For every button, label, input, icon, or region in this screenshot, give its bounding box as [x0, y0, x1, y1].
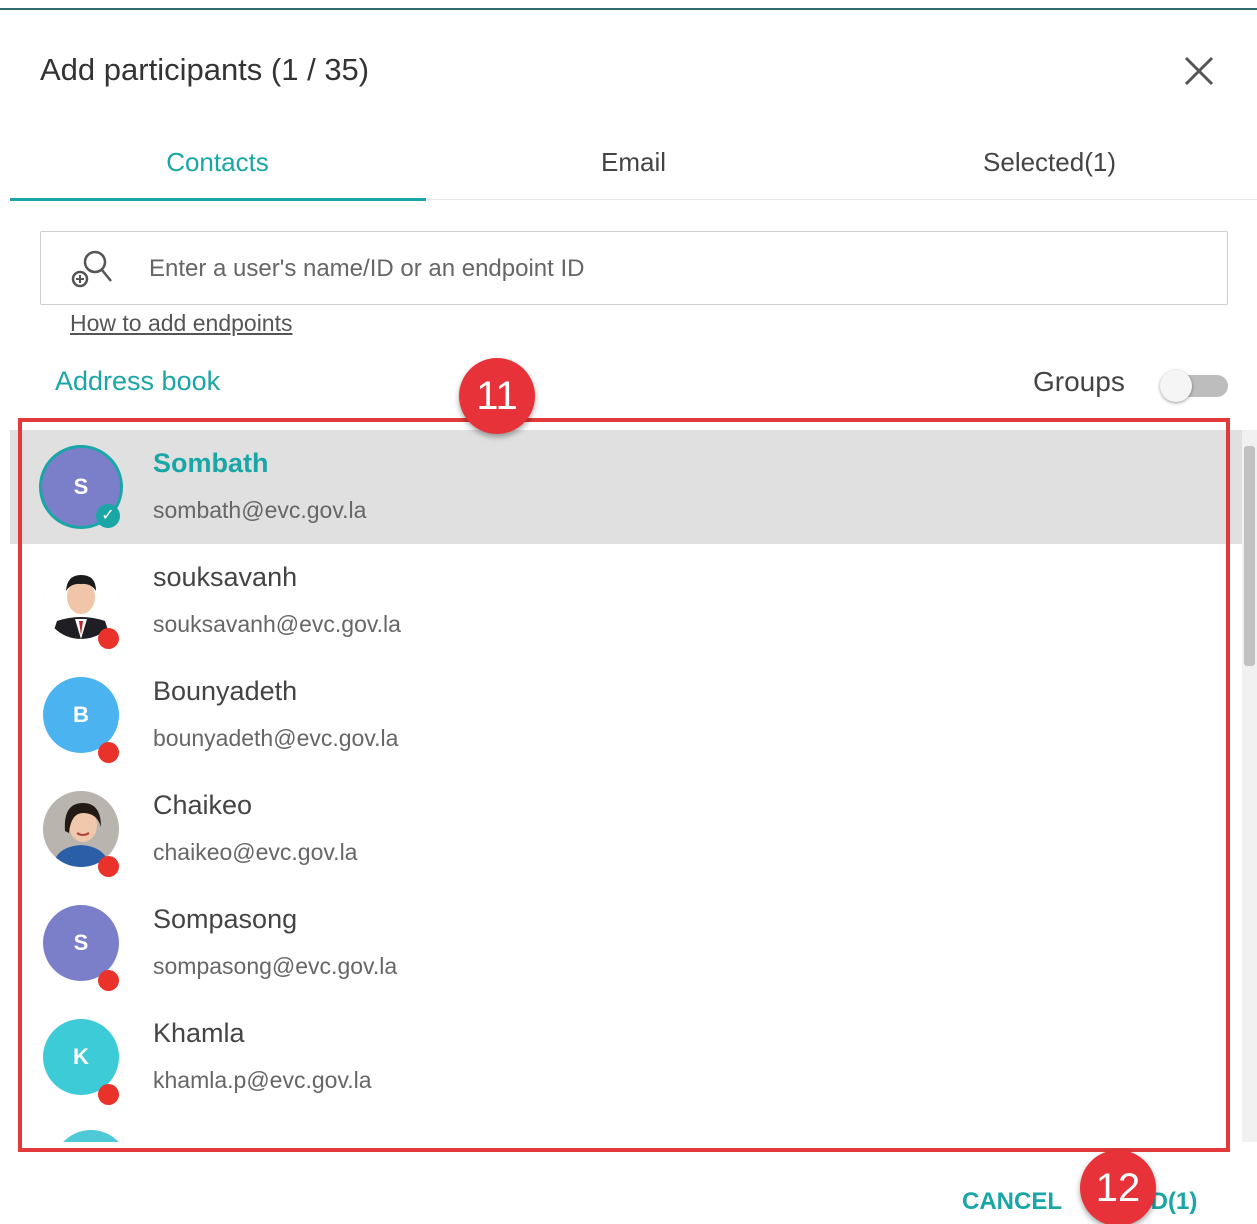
contact-name: Sombath: [153, 448, 269, 478]
dialog-title: Add participants (1 / 35): [40, 52, 370, 87]
selected-check-icon: ✓: [96, 504, 120, 528]
contact-email: sombath@evc.gov.la: [153, 497, 367, 523]
contact-email: chaikeo@evc.gov.la: [153, 839, 358, 865]
top-divider: [0, 8, 1257, 10]
offline-status-dot: [98, 856, 119, 877]
offline-status-dot: [98, 742, 119, 763]
tab-selected[interactable]: Selected(1): [842, 130, 1257, 200]
offline-status-dot: [98, 1084, 119, 1105]
tab-contacts[interactable]: Contacts: [10, 130, 425, 200]
contact-name: Chaikeo: [153, 790, 253, 820]
search-user-icon: [71, 250, 112, 288]
close-icon: [1184, 56, 1214, 86]
contact-list-scrollbar[interactable]: [1242, 430, 1257, 1142]
active-tab-indicator: [10, 198, 426, 201]
scroll-thumb[interactable]: [1244, 446, 1255, 666]
tab-email[interactable]: Email: [426, 130, 841, 200]
contact-row[interactable]: S ✓ Sombath sombath@evc.gov.la: [10, 430, 1242, 544]
contact-name: Sompasong: [153, 904, 298, 934]
annotation-marker: 11: [459, 358, 535, 434]
contact-row[interactable]: B Bounyadeth bounyadeth@evc.gov.la: [10, 658, 1242, 772]
cancel-button[interactable]: CANCEL: [962, 1188, 1062, 1216]
contact-row[interactable]: Chaikeo chaikeo@evc.gov.la: [10, 772, 1242, 886]
contact-name: Khamla: [153, 1018, 245, 1048]
close-button[interactable]: [1180, 52, 1218, 90]
contact-row[interactable]: K Khamla khamla.p@evc.gov.la: [10, 1000, 1242, 1114]
contact-name: souksavanh: [153, 562, 298, 592]
toggle-knob: [1160, 370, 1192, 402]
how-to-add-endpoints-link[interactable]: How to add endpoints: [70, 310, 293, 337]
search-input[interactable]: [149, 250, 1199, 288]
groups-label: Groups: [1033, 366, 1125, 397]
contact-name: Bounyadeth: [153, 676, 298, 706]
search-box: [40, 231, 1228, 305]
tab-bar: Contacts Email Selected(1): [10, 130, 1257, 201]
contact-row[interactable]: souksavanh souksavanh@evc.gov.la: [10, 544, 1242, 658]
contact-row[interactable]: S Sompasong sompasong@evc.gov.la: [10, 886, 1242, 1000]
groups-toggle[interactable]: [1160, 370, 1228, 402]
annotation-marker: 12: [1080, 1150, 1156, 1224]
contact-list: S ✓ Sombath sombath@evc.gov.la souksavan…: [10, 430, 1242, 1142]
contact-email: khamla.p@evc.gov.la: [153, 1067, 372, 1093]
address-book-link[interactable]: Address book: [55, 366, 220, 397]
avatar: [53, 1130, 129, 1142]
contact-email: sompasong@evc.gov.la: [153, 953, 398, 979]
offline-status-dot: [98, 628, 119, 649]
offline-status-dot: [98, 970, 119, 991]
contact-email: bounyadeth@evc.gov.la: [153, 725, 399, 751]
contact-email: souksavanh@evc.gov.la: [153, 611, 401, 637]
